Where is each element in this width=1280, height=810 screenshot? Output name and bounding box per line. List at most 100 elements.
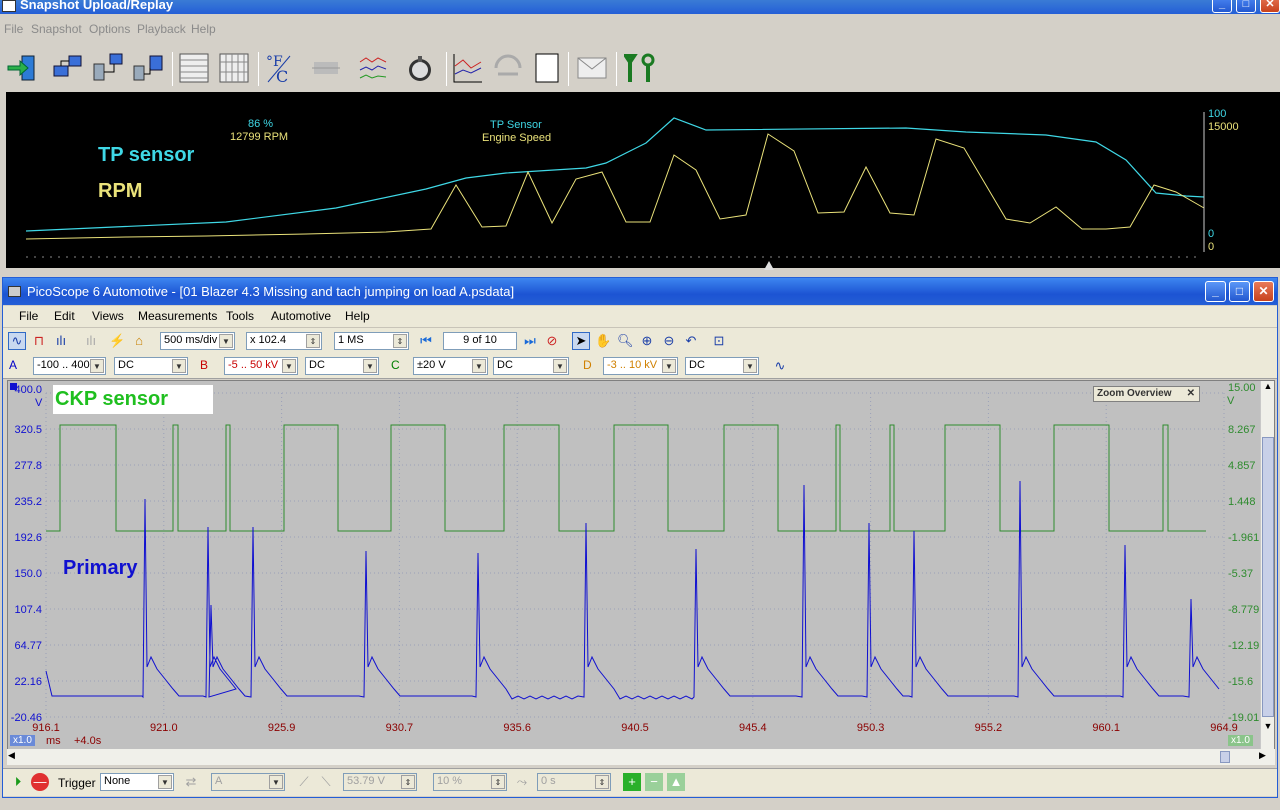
overview-scrubber[interactable] (0, 261, 1280, 276)
x-scale-right-badge: x1.0 (1228, 735, 1253, 746)
inner-minimize-button[interactable]: _ (1205, 281, 1226, 302)
time-axis-tick: 955.2 (975, 722, 1003, 734)
menu-edit[interactable]: Edit (54, 309, 75, 323)
channel-d-range-select[interactable]: -3 .. 10 kV ▼ (603, 357, 678, 375)
outer-menu-help[interactable]: Help (191, 22, 216, 36)
channel-b-label[interactable]: B (200, 358, 208, 372)
channel-b-range-select[interactable]: -5 .. 50 kV ▼ (224, 357, 298, 375)
outer-menu-options[interactable]: Options (89, 22, 130, 36)
pretrigger-field[interactable]: 10 % ⇕ (433, 773, 507, 791)
transfer-icon[interactable] (132, 52, 164, 84)
outer-close-button[interactable]: ✕ (1260, 0, 1280, 13)
scroll-thumb[interactable] (1262, 437, 1274, 717)
left-axis-tick: 277.8 (14, 460, 42, 472)
download-icon[interactable] (92, 52, 124, 84)
outer-maximize-button[interactable]: □ (1236, 0, 1256, 13)
scope-mode-icon[interactable]: ∿ (8, 332, 26, 350)
time-axis-tick: 950.3 (857, 722, 885, 734)
multi-line-chart-icon[interactable] (358, 52, 390, 84)
grid2-icon[interactable] (218, 52, 250, 84)
first-buffer-icon[interactable]: ⏮ (417, 332, 435, 350)
buffer-navigator[interactable]: 9 of 10 (443, 332, 517, 350)
advanced-trigger-icon[interactable]: ⇄ (182, 773, 200, 791)
menu-file[interactable]: File (19, 309, 38, 323)
edit-measurement-icon[interactable]: ▲ (667, 773, 685, 791)
trigger-threshold-field[interactable]: 53.79 V ⇕ (343, 773, 417, 791)
menu-automotive[interactable]: Automotive (271, 309, 331, 323)
scope-plot[interactable]: 320.5 277.8 235.2 192.6 150.0 107.4 64.77 22.16… (8, 381, 1274, 749)
pointer-tool-icon[interactable]: ➤ (572, 332, 590, 350)
grid-icon[interactable] (178, 52, 210, 84)
scroll-down-icon[interactable]: ▼ (1261, 721, 1275, 735)
inner-close-button[interactable]: ✕ (1253, 281, 1274, 302)
menu-help[interactable]: Help (345, 309, 370, 323)
zoom-overview-panel[interactable]: Zoom Overview ✕ (1093, 386, 1200, 402)
exit-icon[interactable] (6, 52, 38, 84)
remove-measurement-icon[interactable]: − (645, 773, 663, 791)
rising-edge-icon[interactable]: ⟋ (295, 773, 313, 791)
line-chart-icon[interactable] (452, 52, 484, 84)
vertical-scrollbar[interactable]: ▲ ▼ (1260, 381, 1274, 749)
scroll-left-icon[interactable]: ◀ (8, 750, 15, 761)
delay-icon[interactable]: ⤳ (513, 773, 531, 791)
trigger-delay-field[interactable]: 0 s ⇕ (537, 773, 611, 791)
h-scroll-thumb[interactable] (1220, 751, 1230, 763)
channel-c-label[interactable]: C (391, 358, 400, 372)
automotive-icon[interactable]: ⚡ (108, 332, 126, 350)
menu-measurements[interactable]: Measurements (138, 309, 217, 323)
timebase-select[interactable]: 500 ms/div ▼ (160, 332, 235, 350)
outer-menu-file[interactable]: File (4, 22, 23, 36)
menu-views[interactable]: Views (92, 309, 124, 323)
horizontal-scrollbar[interactable]: ◀ ▶ (7, 749, 1275, 765)
playhead-icon[interactable] (764, 261, 774, 270)
trigger-mode-select[interactable]: None ▼ (100, 773, 174, 791)
outer-menu-playback[interactable]: Playback (137, 22, 186, 36)
zoom-fit-icon[interactable]: ⊡ (710, 332, 728, 350)
compass-icon[interactable]: ⊘ (543, 332, 561, 350)
trigger-source-select[interactable]: A ▼ (211, 773, 285, 791)
channel-a-coupling-select[interactable]: DC ▼ (114, 357, 188, 375)
overview-chart[interactable]: TP sensor RPM 86 % 12799 RPM TP Sensor E… (6, 92, 1280, 268)
scroll-up-icon[interactable]: ▲ (1261, 381, 1275, 395)
channel-a-range-select[interactable]: -100 .. 400 ▼ (33, 357, 106, 375)
outer-menu-snapshot[interactable]: Snapshot (31, 22, 82, 36)
scroll-right-icon[interactable]: ▶ (1259, 750, 1266, 761)
lock-icon[interactable] (404, 52, 436, 84)
zoom-tool-icon[interactable]: 🔍︎ (616, 332, 634, 350)
sample-count-field[interactable]: 1 MS ⇕ (334, 332, 409, 350)
menu-tools[interactable]: Tools (226, 309, 254, 323)
mail-icon[interactable] (576, 52, 608, 84)
blank-icon[interactable] (532, 52, 564, 84)
temperature-unit-icon[interactable]: °FC (264, 52, 296, 84)
channel-c-coupling-select[interactable]: DC ▼ (493, 357, 569, 375)
zoom-overview-close-icon[interactable]: ✕ (1187, 387, 1195, 401)
outer-minimize-button[interactable]: _ (1212, 0, 1232, 13)
home-icon[interactable]: ⌂ (130, 332, 148, 350)
channel-c-range-select[interactable]: ±20 V ▼ (413, 357, 488, 375)
tools-icon[interactable] (624, 52, 656, 84)
spectrum-mode-icon[interactable]: ılı (52, 332, 70, 350)
persistence-mode-icon[interactable]: ⊓ (30, 332, 48, 350)
upload-icon[interactable] (52, 52, 84, 84)
record-icon[interactable] (492, 52, 524, 84)
channel-b-coupling-select[interactable]: DC ▼ (305, 357, 379, 375)
channel-a-label[interactable]: A (9, 358, 17, 372)
right-axis-unit: V (1227, 395, 1235, 407)
add-measurement-icon[interactable]: + (623, 773, 641, 791)
last-buffer-icon[interactable]: ⏭ (521, 332, 539, 350)
math-channel-icon[interactable]: ∿ (771, 357, 789, 375)
zoom-factor-field[interactable]: x 102.4 ⇕ (246, 332, 322, 350)
inner-maximize-button[interactable]: □ (1229, 281, 1250, 302)
scope-view[interactable]: 320.5 277.8 235.2 192.6 150.0 107.4 64.77 22.16… (7, 380, 1275, 750)
zoom-out-icon[interactable]: ⊖ (660, 332, 678, 350)
start-icon[interactable]: ⏵ (9, 773, 27, 791)
flat-icon[interactable] (310, 52, 342, 84)
zoom-in-icon[interactable]: ⊕ (638, 332, 656, 350)
hand-tool-icon[interactable]: ✋ (594, 332, 612, 350)
channel-options-icon[interactable]: ılı (82, 332, 100, 350)
channel-d-coupling-select[interactable]: DC ▼ (685, 357, 759, 375)
channel-d-label[interactable]: D (583, 358, 592, 372)
undo-zoom-icon[interactable]: ↶ (682, 332, 700, 350)
stop-icon[interactable]: — (31, 773, 49, 791)
falling-edge-icon[interactable]: ⟍ (317, 773, 335, 791)
